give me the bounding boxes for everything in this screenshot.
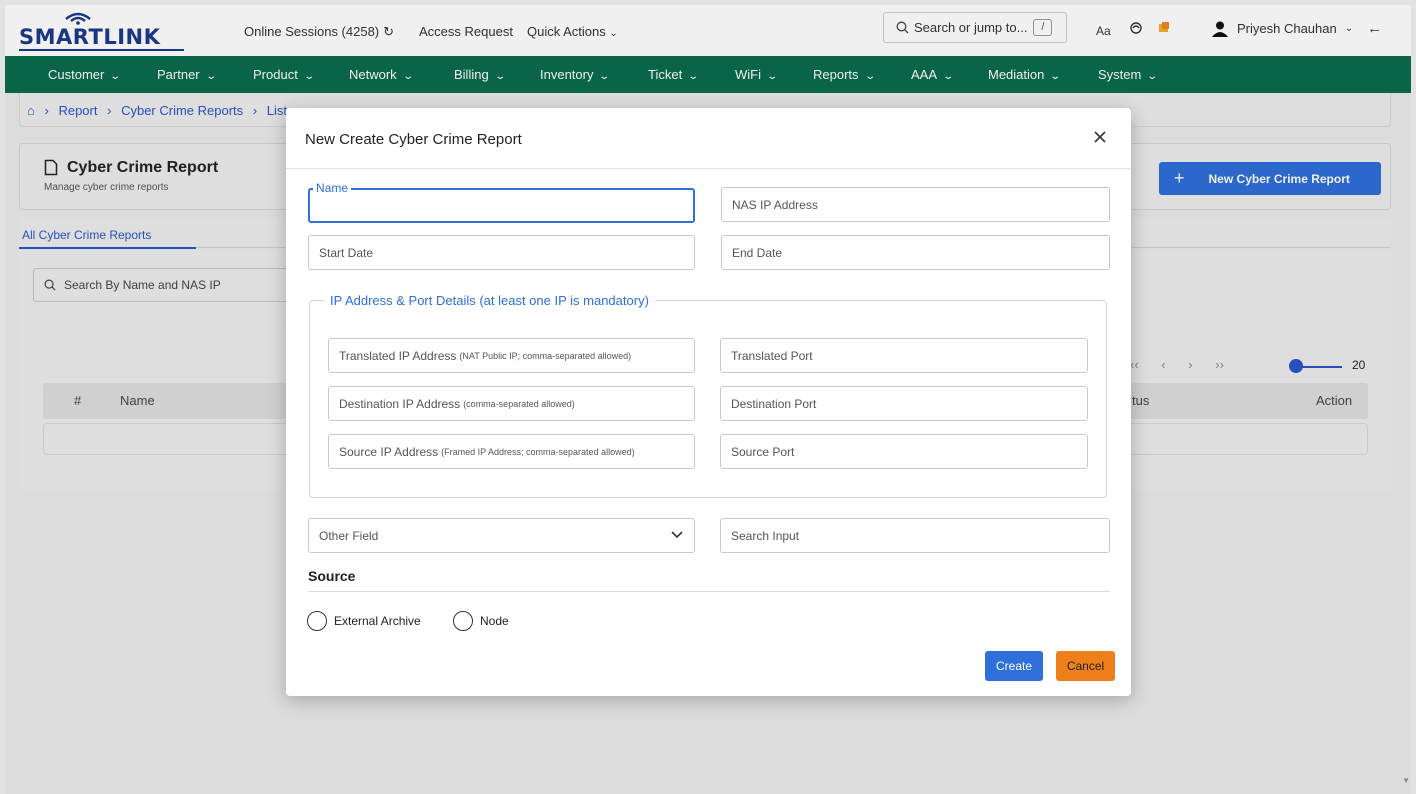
scroll-down-arrow-icon[interactable]: ▼ <box>1402 776 1410 785</box>
name-field[interactable] <box>308 188 695 223</box>
source-port-field[interactable]: Source Port <box>720 434 1088 469</box>
destination-ip-field[interactable]: Destination IP Address (comma-separated a… <box>328 386 695 421</box>
translated-ip-field[interactable]: Translated IP Address (NAT Public IP; com… <box>328 338 695 373</box>
create-button[interactable]: Create <box>985 651 1043 681</box>
end-date-placeholder: End Date <box>732 245 783 260</box>
destination-ip-placeholder: Destination IP Address <box>339 396 461 411</box>
translated-ip-placeholder: Translated IP Address <box>339 348 457 363</box>
create-report-dialog: New Create Cyber Crime Report Name NAS I… <box>286 108 1131 696</box>
destination-port-placeholder: Destination Port <box>731 396 817 411</box>
radio-label: External Archive <box>334 614 421 628</box>
radio-button[interactable] <box>453 611 473 631</box>
nas-ip-placeholder: NAS IP Address <box>732 197 818 212</box>
translated-port-field[interactable]: Translated Port <box>720 338 1088 373</box>
search-input-placeholder: Search Input <box>731 528 800 543</box>
start-date-field[interactable]: Start Date <box>308 235 695 270</box>
cancel-button[interactable]: Cancel <box>1056 651 1115 681</box>
close-icon[interactable] <box>1089 126 1111 148</box>
source-ip-placeholder: Source IP Address <box>339 444 439 459</box>
other-field-select[interactable]: Other Field <box>308 518 695 553</box>
source-ip-hint: (Framed IP Address; comma-separated allo… <box>441 446 635 457</box>
end-date-field[interactable]: End Date <box>721 235 1110 270</box>
ip-section-legend: IP Address & Port Details (at least one … <box>324 293 655 308</box>
radio-label: Node <box>480 614 509 628</box>
source-heading: Source <box>308 568 356 584</box>
start-date-placeholder: Start Date <box>319 245 374 260</box>
nas-ip-field[interactable]: NAS IP Address <box>721 187 1110 222</box>
divider <box>308 591 1110 592</box>
destination-port-field[interactable]: Destination Port <box>720 386 1088 421</box>
chevron-down-icon <box>671 531 683 539</box>
source-ip-field[interactable]: Source IP Address (Framed IP Address; com… <box>328 434 695 469</box>
source-port-placeholder: Source Port <box>731 444 795 459</box>
translated-port-placeholder: Translated Port <box>731 348 813 363</box>
name-label: Name <box>313 181 352 195</box>
radio-node[interactable]: Node <box>453 611 509 631</box>
radio-button[interactable] <box>307 611 327 631</box>
destination-ip-hint: (comma-separated allowed) <box>463 398 575 409</box>
search-input-field[interactable]: Search Input <box>720 518 1110 553</box>
dialog-header: New Create Cyber Crime Report <box>286 108 1131 169</box>
translated-ip-hint: (NAT Public IP; comma-separated allowed) <box>459 350 632 361</box>
other-field-value: Other Field <box>319 528 379 543</box>
dialog-title: New Create Cyber Crime Report <box>305 131 522 148</box>
radio-external-archive[interactable]: External Archive <box>307 611 421 631</box>
